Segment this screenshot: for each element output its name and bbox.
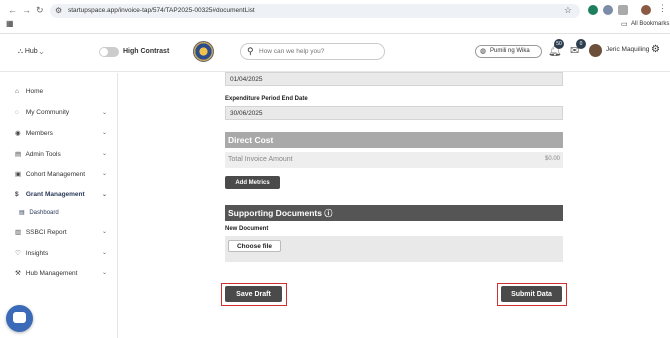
start-date-field[interactable]: 01/04/2025 xyxy=(225,72,563,86)
chevron-down-icon: ⌄ xyxy=(101,192,107,198)
total-invoice-label: Total Invoice Amount xyxy=(228,156,293,163)
sidebar-item-label: Members xyxy=(25,130,53,137)
chevron-down-icon: ⌄ xyxy=(101,229,107,235)
menu-kebab-icon[interactable]: ⋮ xyxy=(658,3,667,14)
sidebar-item-hub-management[interactable]: ⚒ Hub Management ⌄ xyxy=(15,269,107,277)
profile-icon[interactable] xyxy=(641,5,651,15)
high-contrast-toggle[interactable] xyxy=(99,47,119,57)
sidebar-item-label: Cohort Management xyxy=(25,171,86,178)
hub-label: Hub xyxy=(24,48,38,55)
sidebar-item-label: Home xyxy=(25,88,44,95)
main-content: 01/04/2025 Expenditure Period End Date 3… xyxy=(119,72,670,338)
user-icon: ◉ xyxy=(15,130,21,137)
dashboard-icon: ▤ xyxy=(19,210,25,216)
direct-cost-title: Direct Cost xyxy=(228,135,274,145)
bookmark-star-icon[interactable]: ☆ xyxy=(564,5,572,16)
sidebar-item-ssbci-report[interactable]: ▥ SSBCI Report ⌄ xyxy=(15,228,107,236)
cohort-icon: ▣ xyxy=(15,171,22,178)
globe-icon: ◍ xyxy=(480,48,487,55)
add-metrics-button[interactable]: Add Metrics xyxy=(225,176,280,189)
back-icon[interactable]: ← xyxy=(8,5,17,15)
chevron-down-icon: ⌄ xyxy=(101,270,107,276)
tools-icon: ▤ xyxy=(15,151,22,158)
end-date-label: Expenditure Period End Date xyxy=(225,96,308,102)
end-date-field[interactable]: 30/06/2025 xyxy=(225,106,563,120)
sidebar-item-label: SSBCI Report xyxy=(25,229,67,236)
sidebar-item-my-community[interactable]: ◌ My Community ⌄ xyxy=(15,109,107,116)
url-text: startupspace.app/invoice-tap/574/TAP2025… xyxy=(68,7,255,14)
avatar[interactable] xyxy=(589,44,602,57)
total-invoice-row: Total Invoice Amount $0.00 xyxy=(225,152,563,168)
user-name[interactable]: Jeric Maquiling xyxy=(606,46,649,53)
new-document-label: New Document xyxy=(225,226,269,232)
sidebar-item-label: My Community xyxy=(25,109,70,116)
site-info-icon[interactable]: ⚙ xyxy=(55,6,62,15)
save-draft-button[interactable]: Save Draft xyxy=(225,286,282,302)
sidebar: ⌂ Home ◌ My Community ⌄ ◉ Members ⌄ ▤ Ad… xyxy=(0,73,118,338)
info-icon[interactable]: ⓘ xyxy=(324,209,332,218)
search-box[interactable]: ⚲ xyxy=(240,43,385,60)
sidebar-item-insights[interactable]: ♡ Insights ⌄ xyxy=(15,249,107,257)
sidebar-item-home[interactable]: ⌂ Home xyxy=(15,88,107,95)
chevron-down-icon: ⌄ xyxy=(101,110,107,116)
search-icon: ⚲ xyxy=(247,46,254,56)
apps-grid-icon[interactable]: ▦ xyxy=(6,19,14,28)
start-date-value: 01/04/2025 xyxy=(230,76,263,83)
chevron-down-icon: ⌄ xyxy=(101,151,107,157)
sidebar-item-label: Insights xyxy=(25,250,49,257)
chevron-down-icon: ⌄ xyxy=(101,130,107,136)
extensions-puzzle-icon[interactable] xyxy=(618,5,628,15)
chevron-down-icon: ⌄ xyxy=(39,48,44,55)
all-bookmarks-link[interactable]: All Bookmarks xyxy=(631,21,669,27)
messages-badge: 0 xyxy=(576,39,586,49)
chat-support-button[interactable] xyxy=(6,305,33,332)
wrench-icon: ⚒ xyxy=(15,270,21,277)
direct-cost-header: Direct Cost xyxy=(225,132,563,148)
choose-file-button[interactable]: Choose file xyxy=(228,240,281,252)
chevron-down-icon: ⌄ xyxy=(101,250,107,256)
sidebar-item-label: Admin Tools xyxy=(25,151,61,158)
sidebar-subitem-dashboard[interactable]: ▤ Dashboard xyxy=(19,209,59,216)
dollar-icon: $ xyxy=(15,191,19,198)
browser-chrome: ← → ↻ ⚙ startupspace.app/invoice-tap/574… xyxy=(0,0,670,34)
gear-icon[interactable]: ⚙ xyxy=(651,44,660,55)
hub-menu[interactable]: ⛬ Hub ⌄ xyxy=(18,48,43,56)
notifications-badge: 50 xyxy=(554,39,564,49)
file-upload-area[interactable]: Choose file xyxy=(225,236,563,262)
sidebar-item-grant-management[interactable]: $ Grant Management ⌄ xyxy=(15,191,107,198)
sidebar-item-admin-tools[interactable]: ▤ Admin Tools ⌄ xyxy=(15,150,107,158)
messages-button[interactable]: ✉ 0 xyxy=(570,39,586,57)
supporting-documents-title: Supporting Documents xyxy=(228,208,322,218)
hub-icon: ⛬ xyxy=(18,48,23,55)
high-contrast-label: High Contrast xyxy=(123,48,170,55)
sidebar-item-label: Hub Management xyxy=(25,270,78,277)
end-date-value: 30/06/2025 xyxy=(230,110,263,117)
total-invoice-value: $0.00 xyxy=(544,156,560,162)
notifications-button[interactable]: 🔔︎ 50 xyxy=(548,39,564,57)
chevron-down-icon: ⌄ xyxy=(101,171,107,177)
extension-icon[interactable] xyxy=(603,5,613,15)
bulb-icon: ♡ xyxy=(15,250,21,257)
search-input[interactable] xyxy=(259,46,379,57)
app-header: ⛬ Hub ⌄ High Contrast ⚲ ◍ Pumili ng Wika… xyxy=(0,35,670,72)
report-icon: ▥ xyxy=(15,229,22,236)
address-bar[interactable]: ⚙ startupspace.app/invoice-tap/574/TAP20… xyxy=(50,4,580,18)
folder-icon: ▭ xyxy=(621,21,628,28)
community-icon: ◌ xyxy=(15,109,19,116)
home-icon: ⌂ xyxy=(15,88,19,95)
language-label: Pumili ng Wika xyxy=(490,48,530,54)
submit-data-button[interactable]: Submit Data xyxy=(501,286,562,302)
extension-icon[interactable] xyxy=(588,5,598,15)
sidebar-subitem-label: Dashboard xyxy=(29,210,59,216)
forward-icon[interactable]: → xyxy=(22,5,31,15)
supporting-documents-header: Supporting Documents ⓘ xyxy=(225,205,563,221)
language-selector[interactable]: ◍ Pumili ng Wika xyxy=(475,45,542,58)
organization-seal-logo[interactable] xyxy=(193,41,214,62)
reload-icon[interactable]: ↻ xyxy=(36,5,44,16)
sidebar-item-cohort-management[interactable]: ▣ Cohort Management ⌄ xyxy=(15,170,107,178)
sidebar-item-label: Grant Management xyxy=(25,191,85,198)
sidebar-item-members[interactable]: ◉ Members ⌄ xyxy=(15,129,107,137)
